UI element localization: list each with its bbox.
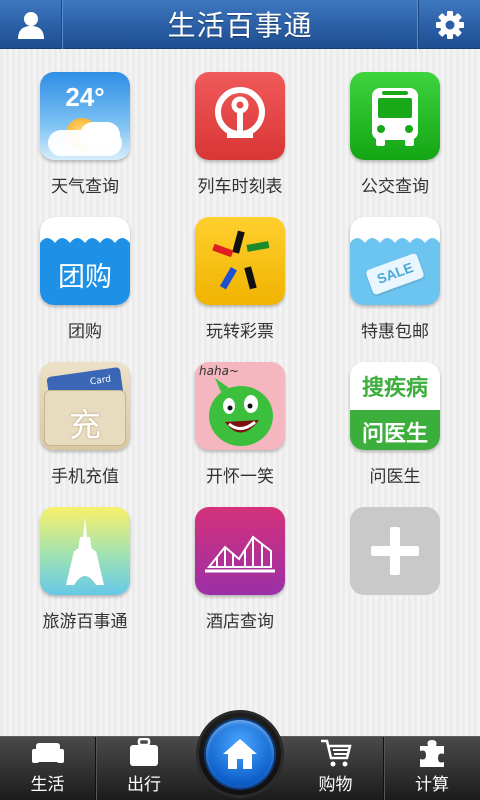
tab-label: 计算 [415,775,449,795]
tile-text: haha~ [199,364,239,378]
app-travel[interactable]: 旅游百事通 [10,507,160,637]
tab-calculate[interactable]: 计算 [384,737,480,800]
app-label: 列车时刻表 [197,177,283,197]
tab-label: 生活 [30,775,65,795]
hotel-building-icon [195,507,285,595]
settings-button[interactable] [418,0,480,49]
app-header: 生活百事通 [0,0,480,49]
home-icon [206,720,274,788]
app-label: 特惠包邮 [361,322,429,342]
sale-tag-icon: SALE [350,217,440,305]
laughing-face-icon: haha~ [195,362,285,450]
user-icon [17,11,44,39]
puzzle-icon [416,738,448,768]
app-ask-doctor[interactable]: 搜疾病 问医生 问医生 [320,362,470,492]
tile-text: 充 [68,406,101,444]
app-label: 手机充值 [51,467,119,487]
tab-label: 出行 [127,775,161,795]
cart-icon [320,738,352,768]
tab-travel[interactable]: 出行 [96,737,192,800]
train-logo-icon [195,72,285,160]
recharge-card-icon: Card 充 [40,362,130,450]
weather-icon: 24° [40,72,130,160]
app-label: 问医生 [369,467,421,487]
eiffel-tower-icon [40,507,130,595]
bottom-nav: 生活 出行 购物 计算 [0,710,480,800]
app-lottery[interactable]: 玩转彩票 [165,217,315,347]
tab-life[interactable]: 生活 [0,737,96,800]
app-bus[interactable]: 公交查询 [320,72,470,202]
tab-shopping[interactable]: 购物 [288,737,384,800]
add-icon [350,507,440,595]
suitcase-icon [128,738,160,768]
tab-label: 购物 [318,775,353,795]
group-buy-icon: 团购 [40,217,130,305]
app-phone-recharge[interactable]: Card 充 手机充值 [10,362,160,492]
app-label: 旅游百事通 [42,612,128,632]
tile-text: 问医生 [361,422,428,447]
app-label: 酒店查询 [206,612,274,632]
lottery-icon [195,217,285,305]
app-label: 团购 [68,322,102,342]
app-weather[interactable]: 24° 天气查询 [10,72,160,202]
gear-icon [435,10,464,39]
app-hotel[interactable]: 酒店查询 [165,507,315,637]
app-label: 天气查询 [51,177,119,197]
page-title: 生活百事通 [167,9,313,42]
home-button[interactable] [196,710,284,798]
bus-icon [350,72,440,160]
tile-text: 搜疾病 [361,376,428,401]
tile-text: 团购 [58,262,112,293]
app-label: 公交查询 [361,177,429,197]
app-group-buy[interactable]: 团购 团购 [10,217,160,347]
app-train-schedule[interactable]: 列车时刻表 [165,72,315,202]
app-jokes[interactable]: haha~ 开怀一笑 [165,362,315,492]
sofa-icon [31,738,65,768]
app-label: 开怀一笑 [206,467,274,487]
app-label: 玩转彩票 [206,322,274,342]
weather-temp: 24° [65,82,105,112]
app-special-offer[interactable]: SALE 特惠包邮 [320,217,470,347]
user-button[interactable] [0,0,62,49]
app-add[interactable] [320,507,470,637]
doctor-icon: 搜疾病 问医生 [350,362,440,450]
